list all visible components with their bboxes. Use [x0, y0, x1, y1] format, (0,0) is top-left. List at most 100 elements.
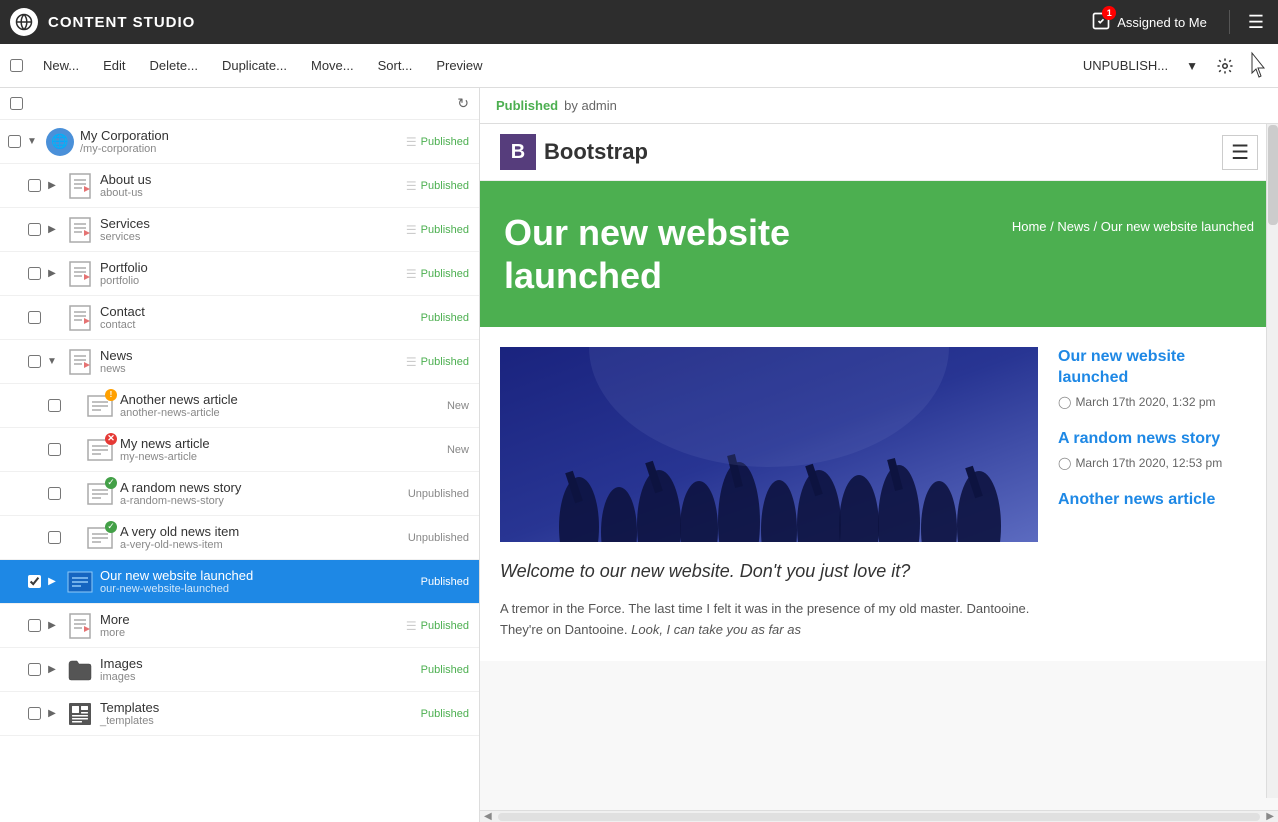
- item-name: A very old news item: [120, 524, 408, 539]
- tree-item-services[interactable]: ▶ Services services: [0, 208, 479, 252]
- content-tree: ▼ 🌐 My Corporation /my-corporation ☰ Pub…: [0, 120, 479, 822]
- clock-icon-2: ◯: [1058, 456, 1071, 470]
- preview-main: Welcome to our new website. Don't you ju…: [500, 347, 1038, 641]
- item-checkbox[interactable]: [24, 267, 44, 280]
- item-info: A random news story a-random-news-story: [120, 480, 408, 507]
- expand-btn[interactable]: ▶: [44, 708, 60, 719]
- item-info: Services services: [100, 216, 402, 243]
- status-label: New: [447, 400, 475, 412]
- tree-item-more[interactable]: ▶ More more ☰: [0, 604, 479, 648]
- tree-item-old-news[interactable]: ✓ A very old news item a-very-old-news-i…: [0, 516, 479, 560]
- tree-item-images[interactable]: ▶ Images images Published: [0, 648, 479, 692]
- hero-text: Our new website launched: [504, 211, 804, 297]
- item-checkbox[interactable]: [4, 135, 24, 148]
- expand-btn[interactable]: ▶: [44, 576, 60, 587]
- sort-button[interactable]: Sort...: [366, 52, 425, 79]
- tree-item-another-news[interactable]: ! Another news article another-news-arti…: [0, 384, 479, 428]
- tree-item-portfolio[interactable]: ▶ Portfolio portfolio: [0, 252, 479, 296]
- status-label: Published: [421, 268, 475, 280]
- preview-text: A tremor in the Force. The last time I f…: [500, 599, 1038, 641]
- item-checkbox[interactable]: [24, 223, 44, 236]
- new-button[interactable]: New...: [31, 52, 91, 79]
- expand-btn[interactable]: ▶: [44, 224, 60, 235]
- tree-item-templates[interactable]: ▶ Templates _templates: [0, 692, 479, 736]
- status-label: Published: [421, 708, 475, 720]
- duplicate-button[interactable]: Duplicate...: [210, 52, 299, 79]
- refresh-button[interactable]: ↻: [457, 95, 469, 112]
- tree-item-my-corporation[interactable]: ▼ 🌐 My Corporation /my-corporation ☰ Pub…: [0, 120, 479, 164]
- edit-button[interactable]: Edit: [91, 52, 137, 79]
- bootstrap-b-logo: B: [500, 134, 536, 170]
- app-title: CONTENT STUDIO: [48, 14, 556, 31]
- scroll-left-button[interactable]: ◀: [480, 811, 496, 822]
- preview-sidebar: Our new website launched ◯ March 17th 20…: [1058, 347, 1258, 641]
- scroll-track[interactable]: [498, 813, 1261, 821]
- expand-btn[interactable]: ▶: [44, 620, 60, 631]
- item-checkbox[interactable]: [44, 443, 64, 456]
- app-logo: [10, 8, 38, 36]
- unpublish-dropdown-arrow[interactable]: ▼: [1178, 53, 1206, 79]
- item-path: portfolio: [100, 275, 402, 287]
- assigned-to-me-button[interactable]: 1 Assigned to Me: [1083, 7, 1215, 38]
- item-info: Images images: [100, 656, 421, 683]
- status-label: Published: [421, 620, 475, 632]
- item-icon-news-selected: [64, 566, 96, 598]
- sidebar-article-title-3: Another news article: [1058, 490, 1258, 511]
- vertical-scrollbar[interactable]: [1266, 124, 1278, 798]
- preview-content[interactable]: B Bootstrap ☰ Our new website launched H…: [480, 124, 1278, 810]
- item-name: A random news story: [120, 480, 408, 495]
- hamburger-button[interactable]: ☰: [1244, 8, 1268, 37]
- item-info: News news: [100, 348, 402, 375]
- tree-item-our-new-website[interactable]: ▶ Our new website launched our-new-websi…: [0, 560, 479, 604]
- item-checkbox[interactable]: [24, 707, 44, 720]
- item-path: a-random-news-story: [120, 495, 408, 507]
- item-path: my-news-article: [120, 451, 447, 463]
- expand-btn[interactable]: ▶: [44, 180, 60, 191]
- drag-handle[interactable]: ☰: [406, 223, 417, 237]
- scroll-right-button[interactable]: ▶: [1262, 811, 1278, 822]
- gear-button[interactable]: [1206, 51, 1244, 81]
- scroll-thumb-vertical[interactable]: [1268, 125, 1278, 225]
- clock-icon: ◯: [1058, 395, 1071, 409]
- expand-btn[interactable]: ▶: [44, 664, 60, 675]
- assigned-label: Assigned to Me: [1117, 15, 1207, 30]
- item-checkbox[interactable]: [24, 575, 44, 588]
- item-checkbox[interactable]: [24, 619, 44, 632]
- drag-handle[interactable]: ☰: [406, 619, 417, 633]
- item-info: Contact contact: [100, 304, 421, 331]
- preview-inner: B Bootstrap ☰ Our new website launched H…: [480, 124, 1278, 661]
- tree-item-about-us[interactable]: ▶ About us about-us: [0, 164, 479, 208]
- body-text-italic: Look, I can take you as far as: [631, 622, 801, 637]
- divider: [1229, 10, 1230, 34]
- item-checkbox[interactable]: [44, 531, 64, 544]
- drag-handle[interactable]: ☰: [406, 355, 417, 369]
- item-checkbox[interactable]: [24, 311, 44, 324]
- item-checkbox[interactable]: [24, 179, 44, 192]
- expand-btn[interactable]: ▶: [44, 268, 60, 279]
- drag-handle[interactable]: ☰: [406, 135, 417, 149]
- select-all-checkbox[interactable]: [10, 59, 23, 72]
- item-icon-page: [64, 346, 96, 378]
- move-button[interactable]: Move...: [299, 52, 366, 79]
- preview-button[interactable]: Preview: [424, 52, 494, 79]
- nav-hamburger-button[interactable]: ☰: [1222, 135, 1258, 170]
- item-checkbox[interactable]: [44, 487, 64, 500]
- drag-handle[interactable]: ☰: [406, 179, 417, 193]
- hero-breadcrumb: Home / News / Our new website launched: [1012, 219, 1254, 234]
- concert-image: [500, 347, 1038, 542]
- tree-select-all[interactable]: [10, 97, 23, 110]
- item-checkbox[interactable]: [24, 355, 44, 368]
- item-checkbox[interactable]: [44, 399, 64, 412]
- unpublish-button[interactable]: UNPUBLISH...: [1073, 52, 1178, 79]
- tree-item-my-news[interactable]: ✕ My news article my-news-article New: [0, 428, 479, 472]
- item-info: More more: [100, 612, 402, 639]
- delete-button[interactable]: Delete...: [138, 52, 210, 79]
- tree-item-random-news[interactable]: ✓ A random news story a-random-news-stor…: [0, 472, 479, 516]
- tree-item-contact[interactable]: Contact contact Published: [0, 296, 479, 340]
- expand-btn[interactable]: ▼: [24, 136, 40, 147]
- item-info: Our new website launched our-new-website…: [100, 568, 421, 595]
- expand-btn[interactable]: ▼: [44, 356, 60, 367]
- tree-item-news[interactable]: ▼ News news ☰: [0, 340, 479, 384]
- drag-handle[interactable]: ☰: [406, 267, 417, 281]
- item-checkbox[interactable]: [24, 663, 44, 676]
